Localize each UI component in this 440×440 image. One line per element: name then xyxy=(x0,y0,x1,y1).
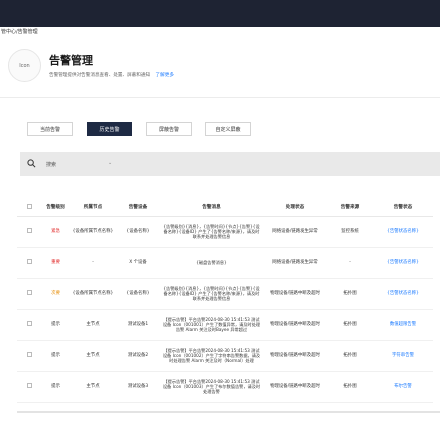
alarm-status: 物理设备/链路中断及超时 xyxy=(263,309,327,341)
alarm-level: 提示 xyxy=(41,309,70,341)
row-checkbox[interactable] xyxy=(17,340,41,372)
alarm-message: 【提示告警】平台告警2024-08-30 15:41:53 测试设备 Icon（… xyxy=(160,340,263,372)
alarm-state-link[interactable]: {告警状态名称} xyxy=(373,247,433,279)
alarm-source: - xyxy=(327,247,373,279)
page-description: 告警管理提供对告警消息查看、处置、屏蔽和通知 了解更多 xyxy=(49,72,174,78)
column-header[interactable]: 处理状态 xyxy=(263,199,327,217)
alarm-device: {设备名称} xyxy=(116,216,160,248)
column-header[interactable]: 告警状态 xyxy=(373,199,433,217)
alarm-level: 紧急 xyxy=(41,216,70,248)
alarm-device: 测试设备1 xyxy=(116,309,160,341)
alarm-state-link[interactable]: 数值超限告警 xyxy=(373,309,433,341)
alarm-node: 主节点 xyxy=(70,340,116,372)
table-header-row: 告警级别 所属节点 告警设备 告警消息 处理状态 告警来源 告警状态 xyxy=(17,199,433,217)
page-header: Icon 告警管理 告警管理提供对告警消息查看、处置、屏蔽和通知 了解更多 xyxy=(0,36,440,98)
table-row[interactable]: 提示 主节点 测试设备2 【提示告警】平台告警2024-08-30 15:41:… xyxy=(17,340,433,372)
alarm-source: 拓扑图 xyxy=(327,309,373,341)
alarm-state-link[interactable]: 字符串告警 xyxy=(373,340,433,372)
breadcrumb: 管中心/告警管理 xyxy=(1,29,38,35)
alarm-node: - xyxy=(70,247,116,279)
row-checkbox[interactable] xyxy=(17,247,41,279)
alarm-status: 物理设备/链路中断及超时 xyxy=(263,278,327,310)
alarm-message: 【提示告警】平台告警2024-08-30 15:41:53 测试设备 Icon（… xyxy=(160,309,263,341)
alarm-source: 拓扑图 xyxy=(327,371,373,403)
row-checkbox[interactable] xyxy=(17,371,41,403)
alarm-status: 网络设备/链路发生异常 xyxy=(263,216,327,248)
table-row[interactable]: 次要 {设备所属节点名称} {设备名称} {告警级别}{消息}，{告警时间}{节… xyxy=(17,278,433,310)
tab-current-alarms[interactable]: 当前告警 xyxy=(27,122,73,136)
column-header[interactable]: 告警级别 xyxy=(41,199,70,217)
app-logo: Icon xyxy=(8,49,41,82)
alarm-device: X 个设备 xyxy=(116,247,160,279)
alarm-status: 物理设备/链路中断及超时 xyxy=(263,371,327,403)
table-row[interactable]: 提示 主节点 测试设备3 【提示告警】平台告警2024-08-30 15:41:… xyxy=(17,371,433,403)
top-navigation-bar xyxy=(0,0,440,27)
column-header[interactable]: 告警来源 xyxy=(327,199,373,217)
search-icon xyxy=(27,159,36,168)
alarm-level: 提示 xyxy=(41,340,70,372)
alarm-level: 提示 xyxy=(41,371,70,403)
alarm-node: 主节点 xyxy=(70,371,116,403)
alarm-message: {磁盘告警消息} xyxy=(160,247,263,279)
select-all-checkbox[interactable] xyxy=(17,199,41,217)
tab-custom-block[interactable]: 自定义屏蔽 xyxy=(205,122,251,136)
tab-blocked-alarms[interactable]: 屏蔽告警 xyxy=(146,122,192,136)
table-row[interactable]: 紧急 {设备所属节点名称} {设备名称} {告警级别}{消息}，{告警时间}{节… xyxy=(17,216,433,248)
horizontal-scrollbar[interactable] xyxy=(17,411,440,413)
row-checkbox[interactable] xyxy=(17,216,41,248)
alarm-status: 网络设备/链路发生异常 xyxy=(263,247,327,279)
alarm-table: 告警级别 所属节点 告警设备 告警消息 处理状态 告警来源 告警状态 紧急 {设… xyxy=(17,199,433,403)
alarm-level: 次要 xyxy=(41,278,70,310)
alarm-message: 【提示告警】平台告警2024-08-30 15:41:53 测试设备 Icon（… xyxy=(160,371,263,403)
search-bar[interactable]: 搜索 ⌄ xyxy=(20,152,440,176)
table-row[interactable]: 重要 - X 个设备 {磁盘告警消息} 网络设备/链路发生异常 - {告警状态名… xyxy=(17,247,433,279)
column-header[interactable]: 告警消息 xyxy=(160,199,263,217)
description-text: 告警管理提供对告警消息查看、处置、屏蔽和通知 xyxy=(49,73,151,78)
alarm-source: 拓扑图 xyxy=(327,278,373,310)
alarm-state-link[interactable]: 布尔告警 xyxy=(373,371,433,403)
learn-more-link[interactable]: 了解更多 xyxy=(156,73,174,78)
alarm-message: {告警级别}{消息}，{告警时间}{节点}{告警}{设备名称}{设备ID} 产生… xyxy=(160,278,263,310)
search-input[interactable]: 搜索 xyxy=(46,161,56,168)
chevron-down-icon[interactable]: ⌄ xyxy=(108,160,112,166)
alarm-source: 监控系统 xyxy=(327,216,373,248)
alarm-source: 拓扑图 xyxy=(327,340,373,372)
table-row[interactable]: 提示 主节点 测试设备1 【提示告警】平台告警2024-08-30 15:41:… xyxy=(17,309,433,341)
alarm-device: {设备名称} xyxy=(116,278,160,310)
alarm-status: 物理设备/链路中断及超时 xyxy=(263,340,327,372)
alarm-node: {设备所属节点名称} xyxy=(70,216,116,248)
alarm-message: {告警级别}{消息}，{告警时间}{节点}{告警}{设备名称}{设备ID} 产生… xyxy=(160,216,263,248)
alarm-state-link[interactable]: {告警状态名称} xyxy=(373,216,433,248)
column-header[interactable]: 所属节点 xyxy=(70,199,116,217)
alarm-device: 测试设备2 xyxy=(116,340,160,372)
alarm-tabs: 当前告警 历史告警 屏蔽告警 自定义屏蔽 xyxy=(0,113,440,141)
page-title: 告警管理 xyxy=(49,54,93,67)
alarm-device: 测试设备3 xyxy=(116,371,160,403)
tab-history-alarms[interactable]: 历史告警 xyxy=(87,122,132,136)
row-checkbox[interactable] xyxy=(17,309,41,341)
alarm-level: 重要 xyxy=(41,247,70,279)
row-checkbox[interactable] xyxy=(17,278,41,310)
alarm-node: 主节点 xyxy=(70,309,116,341)
alarm-state-link[interactable]: {告警状态名称} xyxy=(373,278,433,310)
alarm-node: {设备所属节点名称} xyxy=(70,278,116,310)
column-header[interactable]: 告警设备 xyxy=(116,199,160,217)
